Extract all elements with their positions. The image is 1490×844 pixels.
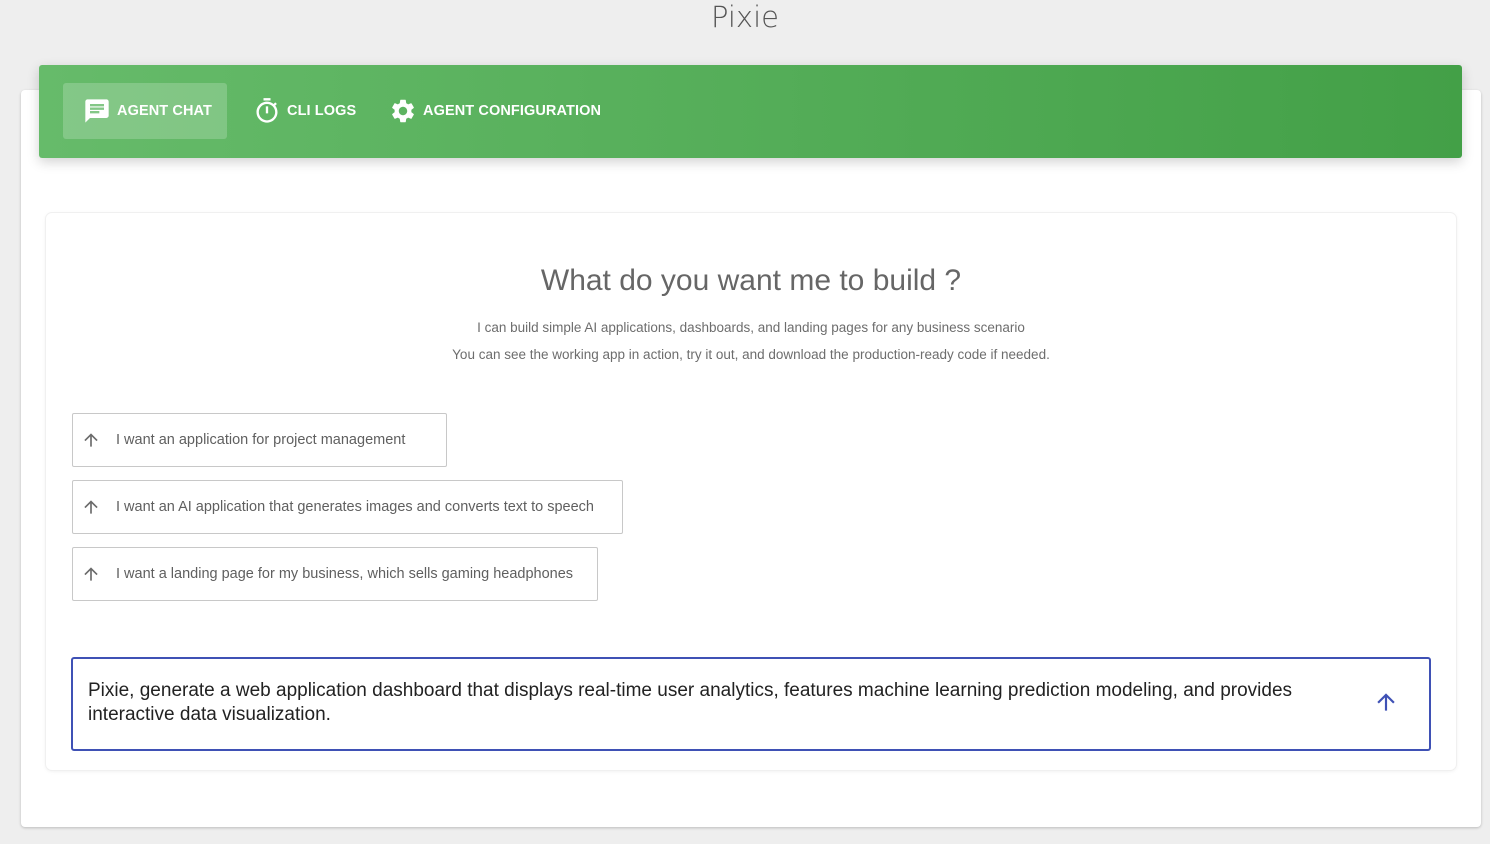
prompt-input-container: Pixie, generate a web application dashbo… <box>71 657 1431 751</box>
tab-bar: AGENT CHAT CLI LOGS AGENT CONFIGURATION <box>39 65 1462 158</box>
suggestion-label: I want an application for project manage… <box>116 432 406 448</box>
suggestion-button[interactable]: I want an AI application that generates … <box>72 480 623 534</box>
arrow-up-icon <box>80 563 102 585</box>
stopwatch-icon <box>253 97 281 125</box>
tab-agent-configuration[interactable]: AGENT CONFIGURATION <box>379 83 609 139</box>
chat-message-icon <box>83 97 111 125</box>
gear-icon <box>389 97 417 125</box>
app-title: Pixie <box>711 0 779 34</box>
tab-cli-logs[interactable]: CLI LOGS <box>241 83 361 139</box>
send-button[interactable] <box>1373 691 1399 717</box>
suggestion-button[interactable]: I want a landing page for my business, w… <box>72 547 598 601</box>
tab-label: AGENT CHAT <box>117 103 212 119</box>
subtitle-line-2: You can see the working app in action, t… <box>452 347 1050 362</box>
prompt-input[interactable]: Pixie, generate a web application dashbo… <box>88 679 1328 731</box>
chat-panel: What do you want me to build ? I can bui… <box>46 213 1456 770</box>
arrow-up-icon <box>1373 689 1399 719</box>
subtitle-line-1: I can build simple AI applications, dash… <box>477 320 1025 335</box>
tab-label: AGENT CONFIGURATION <box>423 103 602 119</box>
suggestion-label: I want an AI application that generates … <box>116 499 594 515</box>
page-heading: What do you want me to build ? <box>540 264 962 297</box>
suggestion-button[interactable]: I want an application for project manage… <box>72 413 447 467</box>
suggestion-label: I want a landing page for my business, w… <box>116 566 574 582</box>
tab-label: CLI LOGS <box>287 103 357 119</box>
tab-agent-chat[interactable]: AGENT CHAT <box>63 83 227 139</box>
arrow-up-icon <box>80 429 102 451</box>
arrow-up-icon <box>80 496 102 518</box>
